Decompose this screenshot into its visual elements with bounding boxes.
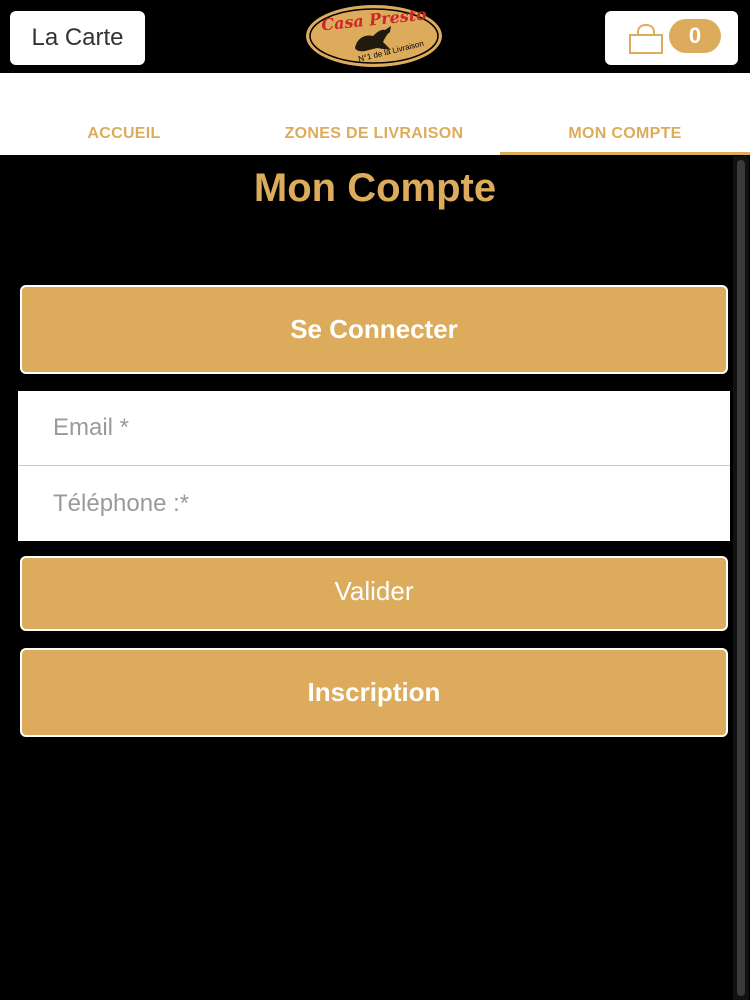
email-field[interactable] <box>18 391 730 466</box>
top-bar: La Carte Casa Presto N°1 de la Livraison… <box>0 0 750 73</box>
tab-accueil[interactable]: ACCUEIL <box>0 125 248 155</box>
tab-zones-de-livraison[interactable]: ZONES DE LIVRAISON <box>248 125 500 155</box>
la-carte-button[interactable]: La Carte <box>10 11 145 65</box>
page-title: Mon Compte <box>0 166 750 211</box>
inscription-button[interactable]: Inscription <box>20 648 728 737</box>
tab-mon-compte[interactable]: MON COMPTE <box>500 125 750 155</box>
cart-button[interactable]: 0 <box>605 11 738 65</box>
se-connecter-button[interactable]: Se Connecter <box>20 285 728 374</box>
casa-presto-logo[interactable]: Casa Presto N°1 de la Livraison <box>303 2 445 70</box>
shopping-bag-icon <box>627 23 665 55</box>
scrollbar-thumb[interactable] <box>737 160 745 996</box>
cart-count-badge: 0 <box>669 19 721 53</box>
telephone-field[interactable] <box>18 466 730 541</box>
valider-button[interactable]: Valider <box>20 556 728 631</box>
nav-bar: ACCUEIL ZONES DE LIVRAISON MON COMPTE <box>0 73 750 155</box>
